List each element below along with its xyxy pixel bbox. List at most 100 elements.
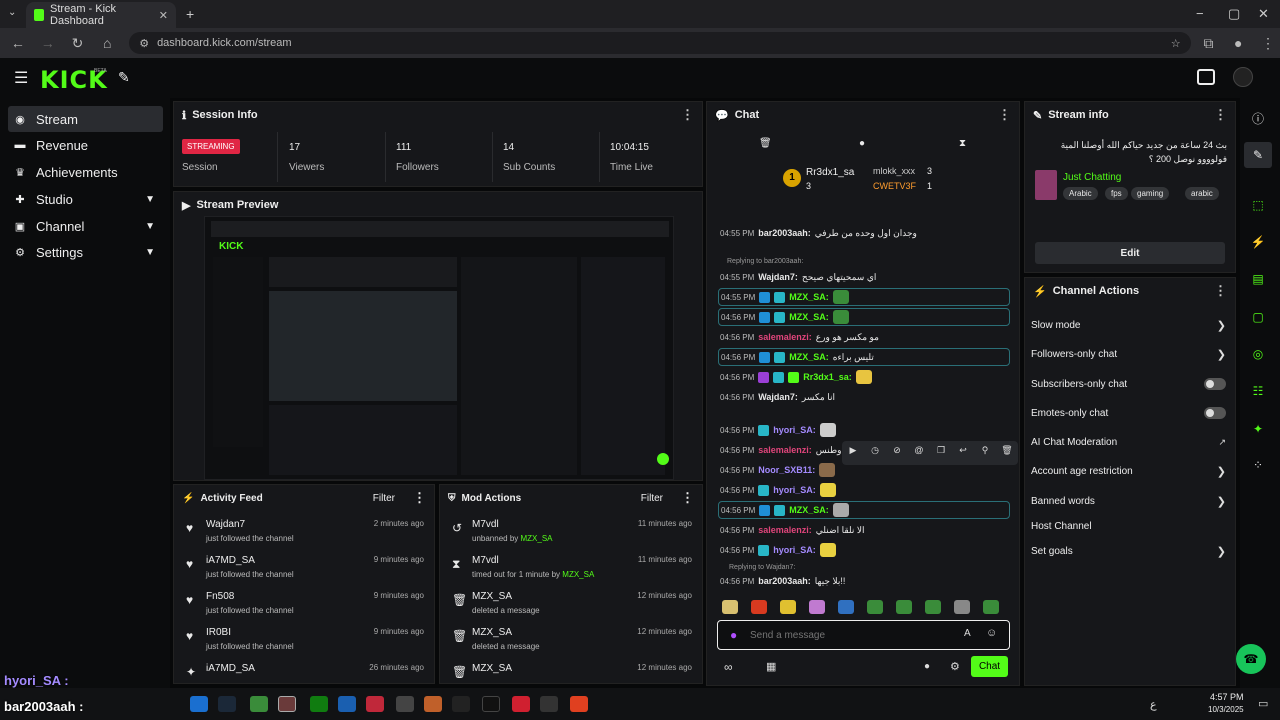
chat-message[interactable]: 04:55 PM bar2003aah: وجدان اول وحده من طرف… [718,224,1010,242]
ai-moderation-action[interactable]: AI Chat Moderation ↗ [1031,431,1226,453]
chrome-taskbar-icon[interactable] [190,696,208,712]
translate-icon[interactable]: A [964,628,971,639]
language-indicator[interactable]: ع [1150,698,1157,711]
app-taskbar-icon[interactable] [512,696,530,712]
chat-message[interactable]: 04:56 PM MZX_SA: [718,501,1010,519]
message-user[interactable]: Wajdan7: [758,272,798,282]
chat-message[interactable]: 04:56 PM MZX_SA: [718,308,1010,326]
message-user[interactable]: salemalenzi: [758,332,812,342]
app-taskbar-icon[interactable] [396,696,414,712]
app-taskbar-icon[interactable] [452,696,470,712]
set-goals-action[interactable]: Set goals ❯ [1031,540,1226,562]
chat-message[interactable]: 04:56 PM hyori_SA: [718,421,1010,439]
tag-chip[interactable]: arabic [1185,187,1219,200]
close-window-icon[interactable]: ✕ [1258,6,1269,22]
top-gifter-3[interactable]: CWETV3F [873,181,916,191]
bookmark-star-icon[interactable]: ☆ [1171,37,1181,50]
message-user[interactable]: hyori_SA: [773,485,816,495]
extensions-icon[interactable]: ⧉ [1197,35,1221,52]
chat-message[interactable]: 04:55 PM Wajdan7: اي سمحيتهاي صيحح [718,268,1010,286]
app-taskbar-icon[interactable] [570,696,588,712]
emote-icon[interactable] [809,600,825,614]
broadcast-icon[interactable]: ◎ [1244,341,1272,367]
tag-chip[interactable]: Arabic [1063,187,1098,200]
add-widget-icon[interactable]: ⁘ [1244,452,1272,478]
top-gifter-2[interactable]: mlokk_xxx [873,166,915,176]
filter-button[interactable]: Filter [373,493,395,504]
subscribers-only-toggle[interactable] [1204,378,1226,390]
emote-icon[interactable] [954,600,970,614]
close-tab-icon[interactable]: ✕ [159,9,168,22]
sidebar-item-settings[interactable]: ⚙ Settings ▼ [8,239,163,265]
message-user[interactable]: hyori_SA: [773,425,816,435]
steam-taskbar-icon[interactable] [218,696,236,712]
tag-chip[interactable]: fps [1105,187,1128,200]
maximize-icon[interactable]: ▢ [1228,6,1240,22]
new-tab-icon[interactable]: + [186,6,194,22]
more-options-icon[interactable]: ⋮ [998,107,1011,123]
mod-target[interactable]: MZX_SA [472,663,512,674]
chat-message[interactable]: 04:56 PM bar2003aah: بلا جيها!! [718,572,1010,590]
chat-bubble-icon[interactable]: ● [859,138,865,149]
banned-words-action[interactable]: Banned words ❯ [1031,490,1226,512]
tab-search-icon[interactable]: ⌄ [8,7,16,18]
mod-target[interactable]: MZX_SA [472,627,512,638]
creator-tools-icon[interactable]: ✎ [118,69,130,86]
crop-icon[interactable]: ⬚ [1244,192,1272,218]
category-thumbnail[interactable] [1035,170,1057,200]
hamburger-menu-icon[interactable]: ☰ [14,68,28,88]
home-icon[interactable]: ⌂ [95,35,119,51]
browser-menu-icon[interactable]: ⋮ [1256,35,1280,52]
emote-icon[interactable] [896,600,912,614]
pencil-icon[interactable]: ✎ [1244,142,1272,168]
emote-icon[interactable] [722,600,738,614]
emotes-only-toggle[interactable] [1204,407,1226,419]
info-icon[interactable]: ⓘ [1244,105,1272,131]
activity-user[interactable]: iA7MD_SA [206,663,255,674]
trash-icon[interactable]: 🗑 [996,445,1018,461]
emoji-icon[interactable]: ☺ [986,627,997,639]
mic-icon[interactable]: ● [730,628,737,642]
message-user[interactable]: hyori_SA: [773,545,816,555]
store-icon[interactable]: ▦ [766,660,776,673]
more-options-icon[interactable]: ⋮ [1214,107,1227,123]
emote-icon[interactable] [925,600,941,614]
chat-message-input[interactable] [750,626,940,644]
reload-icon[interactable]: ↻ [66,35,90,52]
sidebar-item-studio[interactable]: ✚ Studio ▼ [8,186,163,212]
activity-user[interactable]: iA7MD_SA [206,555,255,566]
more-options-icon[interactable]: ⋮ [681,490,694,506]
app-taskbar-icon[interactable] [540,696,558,712]
chat-message[interactable]: 04:56 PM hyori_SA: [718,481,1010,499]
clock-date[interactable]: 10/3/2025 [1208,705,1244,714]
send-chat-button[interactable]: Chat [971,656,1008,677]
emote-icon[interactable] [838,600,854,614]
sidebar-item-channel[interactable]: ▣ Channel ▼ [8,213,163,239]
filter-button[interactable]: Filter [641,493,663,504]
host-channel-action[interactable]: Host Channel [1031,515,1226,537]
xbox-taskbar-icon[interactable] [310,696,328,712]
trash-icon[interactable]: 🗑 [759,138,772,149]
profile-icon[interactable]: ● [1226,35,1250,51]
mention-icon[interactable]: @ [908,445,930,461]
minecraft-taskbar-icon[interactable] [250,696,268,712]
activity-user[interactable]: Wajdan7 [206,519,245,530]
message-user[interactable]: bar2003aah: [758,228,811,238]
account-age-action[interactable]: Account age restriction ❯ [1031,460,1226,482]
bolt-icon[interactable]: ⚡ [1244,229,1272,255]
message-user[interactable]: MZX_SA: [789,352,829,362]
app-taskbar-icon[interactable] [338,696,356,712]
emote-icon[interactable] [867,600,883,614]
clock-icon[interactable]: ◷ [864,445,886,461]
users-icon[interactable]: ☷ [1244,378,1272,404]
reply-icon[interactable]: ↩ [952,445,974,461]
slow-mode-action[interactable]: Slow mode ❯ [1031,314,1226,336]
more-options-icon[interactable]: ⋮ [1214,283,1227,299]
category-link[interactable]: Just Chatting [1063,172,1121,183]
message-user[interactable]: MZX_SA: [789,292,829,302]
app-taskbar-icon[interactable] [482,696,500,712]
pin-icon[interactable]: ⚲ [974,445,996,461]
message-user[interactable]: MZX_SA: [789,505,829,515]
sidebar-item-achievements[interactable]: ♛ Achievements [8,159,163,185]
mod-target[interactable]: MZX_SA [472,591,512,602]
